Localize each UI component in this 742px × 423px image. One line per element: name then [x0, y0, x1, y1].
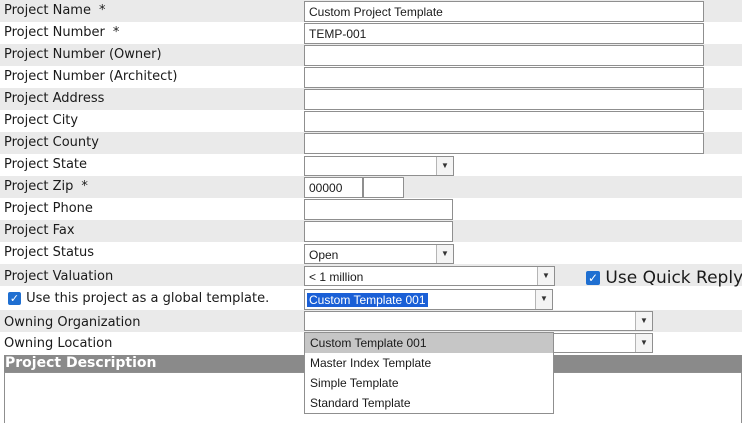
chevron-down-icon[interactable]: ▼ [436, 157, 453, 175]
project-address-label: Project Address [4, 91, 105, 106]
project-zip-label: Project Zip [4, 179, 74, 194]
project-phone-label: Project Phone [4, 201, 93, 216]
dropdown-option[interactable]: Standard Template [305, 393, 553, 413]
project-number-label: Project Number [4, 25, 105, 40]
project-valuation-select[interactable]: < 1 million ▼ [304, 266, 555, 286]
chevron-down-icon[interactable]: ▼ [635, 312, 652, 330]
project-zip-ext-input[interactable] [363, 177, 404, 198]
owning-organization-label: Owning Organization [4, 315, 141, 330]
dropdown-option[interactable]: Custom Template 001 [305, 333, 553, 353]
project-county-label: Project County [4, 135, 99, 150]
project-fax-label: Project Fax [4, 223, 75, 238]
project-zip-input[interactable]: 00000 [304, 177, 363, 198]
quick-reply-option[interactable]: ✓ Use Quick Reply [586, 268, 742, 288]
project-number-owner-input[interactable] [304, 45, 704, 66]
project-number-input[interactable]: TEMP-001 [304, 23, 704, 44]
project-state-select[interactable]: ▼ [304, 156, 454, 176]
owning-location-label: Owning Location [4, 336, 113, 351]
project-valuation-label: Project Valuation [4, 269, 114, 284]
project-name-label: Project Name [4, 3, 91, 18]
project-name-input[interactable]: Custom Project Template [304, 1, 704, 22]
project-phone-input[interactable] [304, 199, 453, 220]
required-marker: * [81, 179, 88, 194]
project-valuation-value: < 1 million [309, 270, 364, 284]
project-city-input[interactable] [304, 111, 704, 132]
global-template-selected: Custom Template 001 [307, 293, 428, 307]
quick-reply-label: Use Quick Reply [605, 268, 742, 288]
project-address-input[interactable] [304, 89, 704, 110]
required-marker: * [98, 3, 106, 18]
chevron-down-icon[interactable]: ▼ [537, 267, 554, 285]
dropdown-option[interactable]: Master Index Template [305, 353, 553, 373]
project-status-value: Open [309, 248, 339, 262]
project-status-label: Project Status [4, 245, 95, 260]
chevron-down-icon[interactable]: ▼ [436, 245, 453, 263]
required-marker: * [112, 25, 120, 40]
project-number-owner-label: Project Number (Owner) [4, 47, 162, 62]
project-county-input[interactable] [304, 133, 704, 154]
project-status-select[interactable]: Open ▼ [304, 244, 454, 264]
global-template-label: Use this project as a global template. [26, 291, 270, 306]
chevron-down-icon[interactable]: ▼ [635, 334, 652, 352]
global-template-dropdown: Custom Template 001 Master Index Templat… [304, 332, 554, 414]
project-fax-input[interactable] [304, 221, 453, 242]
project-city-label: Project City [4, 113, 79, 128]
project-state-label: Project State [4, 157, 88, 172]
quick-reply-checkbox[interactable]: ✓ [586, 271, 600, 285]
global-template-checkbox[interactable]: ✓ [8, 292, 21, 305]
dropdown-option[interactable]: Simple Template [305, 373, 553, 393]
owning-organization-select[interactable]: ▼ [304, 311, 653, 331]
chevron-down-icon[interactable]: ▼ [535, 290, 552, 309]
global-template-select[interactable]: Custom Template 001 ▼ [304, 289, 553, 310]
project-number-architect-input[interactable] [304, 67, 704, 88]
project-number-architect-label: Project Number (Architect) [4, 69, 178, 84]
